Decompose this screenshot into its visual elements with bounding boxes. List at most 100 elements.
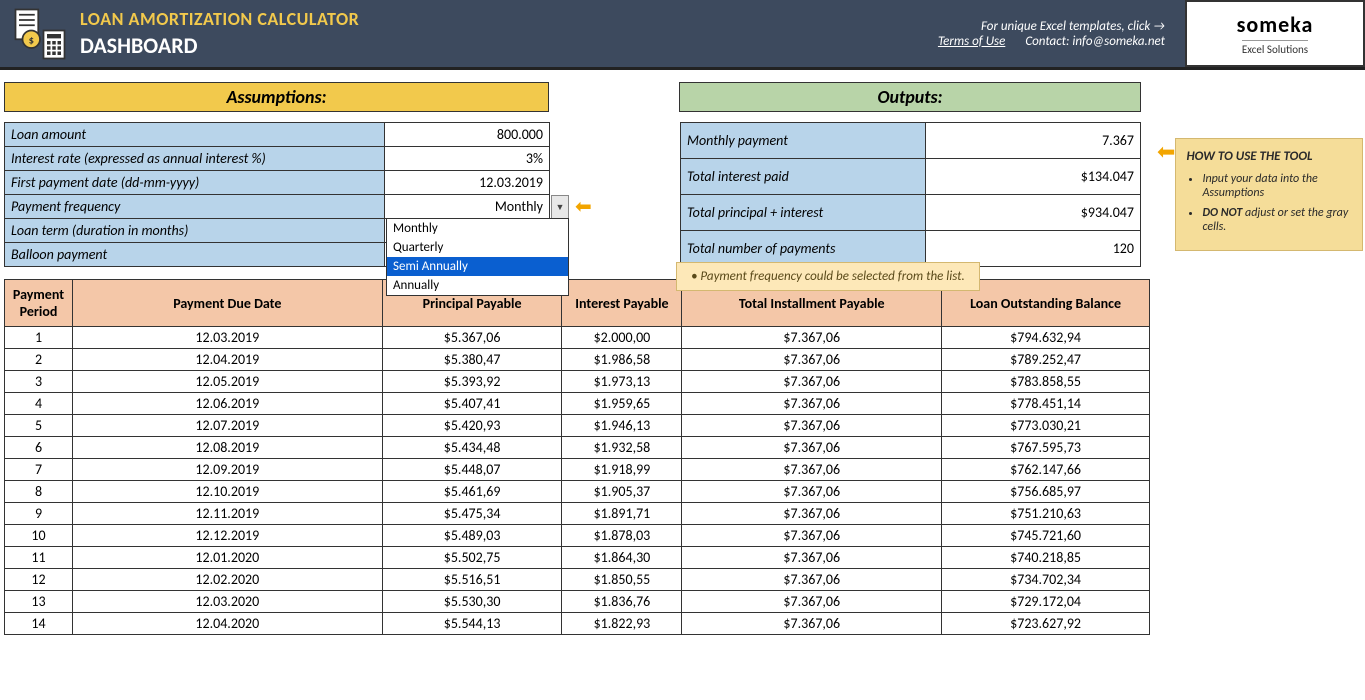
dropdown-option[interactable]: Semi Annually <box>387 257 568 276</box>
table-cell[interactable]: $1.946,13 <box>562 415 682 437</box>
table-cell[interactable]: 9 <box>5 503 73 525</box>
table-cell[interactable]: $734.702,34 <box>942 569 1150 591</box>
dropdown-option[interactable]: Annually <box>387 276 568 295</box>
table-cell[interactable]: 2 <box>5 349 73 371</box>
table-cell[interactable]: 12.03.2019 <box>72 327 382 349</box>
table-cell[interactable]: 12.01.2020 <box>72 547 382 569</box>
table-cell[interactable]: $7.367,06 <box>682 349 942 371</box>
table-cell[interactable]: 13 <box>5 591 73 613</box>
table-cell[interactable]: $5.489,03 <box>382 525 562 547</box>
dropdown-option[interactable]: Monthly <box>387 219 568 238</box>
table-cell[interactable]: $773.030,21 <box>942 415 1150 437</box>
table-cell[interactable]: 12.07.2019 <box>72 415 382 437</box>
assumption-input[interactable]: Monthly <box>385 195 550 219</box>
table-cell[interactable]: 11 <box>5 547 73 569</box>
table-cell[interactable]: 12.11.2019 <box>72 503 382 525</box>
table-cell[interactable]: 12.06.2019 <box>72 393 382 415</box>
table-cell[interactable]: $5.544,13 <box>382 613 562 635</box>
table-cell[interactable]: $5.448,07 <box>382 459 562 481</box>
table-cell[interactable]: $5.502,75 <box>382 547 562 569</box>
table-cell[interactable]: $756.685,97 <box>942 481 1150 503</box>
table-cell[interactable]: $1.850,55 <box>562 569 682 591</box>
table-cell[interactable]: $7.367,06 <box>682 459 942 481</box>
table-cell[interactable]: 4 <box>5 393 73 415</box>
table-cell[interactable]: 12 <box>5 569 73 591</box>
table-cell[interactable]: $7.367,06 <box>682 591 942 613</box>
table-cell[interactable]: 12.04.2020 <box>72 613 382 635</box>
table-cell[interactable]: $7.367,06 <box>682 525 942 547</box>
table-cell[interactable]: 8 <box>5 481 73 503</box>
table-cell[interactable]: 3 <box>5 371 73 393</box>
table-cell[interactable]: $2.000,00 <box>562 327 682 349</box>
table-cell[interactable]: $7.367,06 <box>682 393 942 415</box>
table-cell[interactable]: $1.822,93 <box>562 613 682 635</box>
table-cell[interactable]: $5.461,69 <box>382 481 562 503</box>
table-cell[interactable]: 12.09.2019 <box>72 459 382 481</box>
table-cell[interactable]: $1.918,99 <box>562 459 682 481</box>
table-cell[interactable]: $7.367,06 <box>682 371 942 393</box>
table-cell[interactable]: $5.393,92 <box>382 371 562 393</box>
terms-link[interactable]: Terms of Use <box>938 34 1005 49</box>
table-cell[interactable]: $7.367,06 <box>682 613 942 635</box>
table-cell[interactable]: $1.891,71 <box>562 503 682 525</box>
assumption-input[interactable]: 800.000 <box>385 123 550 147</box>
table-cell[interactable]: $5.380,47 <box>382 349 562 371</box>
table-cell[interactable]: $1.986,58 <box>562 349 682 371</box>
table-cell[interactable]: $1.864,30 <box>562 547 682 569</box>
frequency-dropdown-button[interactable]: ▼ <box>551 195 569 219</box>
table-cell[interactable]: $5.434,48 <box>382 437 562 459</box>
table-cell[interactable]: 7 <box>5 459 73 481</box>
table-cell[interactable]: $729.172,04 <box>942 591 1150 613</box>
table-cell[interactable]: 6 <box>5 437 73 459</box>
table-cell[interactable]: $5.420,93 <box>382 415 562 437</box>
table-cell[interactable]: $7.367,06 <box>682 327 942 349</box>
table-cell[interactable]: $740.218,85 <box>942 547 1150 569</box>
logo[interactable]: someka Excel Solutions <box>1185 0 1365 67</box>
table-cell[interactable]: $7.367,06 <box>682 481 942 503</box>
table-cell[interactable]: 12.03.2020 <box>72 591 382 613</box>
table-cell[interactable]: 12.05.2019 <box>72 371 382 393</box>
table-cell[interactable]: $745.721,60 <box>942 525 1150 547</box>
table-cell[interactable]: $1.878,03 <box>562 525 682 547</box>
dropdown-option[interactable]: Quarterly <box>387 238 568 257</box>
table-cell[interactable]: $783.858,55 <box>942 371 1150 393</box>
table-cell[interactable]: $1.973,13 <box>562 371 682 393</box>
table-cell[interactable]: $762.147,66 <box>942 459 1150 481</box>
table-cell[interactable]: $5.516,51 <box>382 569 562 591</box>
table-row: 312.05.2019$5.393,92$1.973,13$7.367,06$7… <box>5 371 1150 393</box>
table-cell[interactable]: $5.367,06 <box>382 327 562 349</box>
table-cell[interactable]: $1.836,76 <box>562 591 682 613</box>
table-cell[interactable]: $789.252,47 <box>942 349 1150 371</box>
frequency-dropdown-list[interactable]: MonthlyQuarterlySemi AnnuallyAnnually <box>386 218 569 296</box>
table-cell[interactable]: $7.367,06 <box>682 415 942 437</box>
table-cell[interactable]: $7.367,06 <box>682 437 942 459</box>
table-cell[interactable]: $1.932,58 <box>562 437 682 459</box>
table-cell[interactable]: $751.210,63 <box>942 503 1150 525</box>
table-cell[interactable]: $1.959,65 <box>562 393 682 415</box>
table-cell[interactable]: $5.407,41 <box>382 393 562 415</box>
table-cell[interactable]: 14 <box>5 613 73 635</box>
table-cell[interactable]: $794.632,94 <box>942 327 1150 349</box>
table-cell[interactable]: $5.530,30 <box>382 591 562 613</box>
table-cell[interactable]: $1.905,37 <box>562 481 682 503</box>
assumption-input[interactable]: 3% <box>385 147 550 171</box>
table-cell[interactable]: 1 <box>5 327 73 349</box>
table-cell[interactable]: $7.367,06 <box>682 547 942 569</box>
templates-link[interactable]: For unique Excel templates, click → <box>981 19 1165 34</box>
table-cell[interactable]: 12.02.2020 <box>72 569 382 591</box>
table-cell[interactable]: $7.367,06 <box>682 569 942 591</box>
table-cell[interactable]: 10 <box>5 525 73 547</box>
contact-text: Contact: info@someka.net <box>1025 34 1165 49</box>
assumptions-header: Assumptions: <box>4 82 549 112</box>
table-cell[interactable]: 12.12.2019 <box>72 525 382 547</box>
assumption-input[interactable]: 12.03.2019 <box>385 171 550 195</box>
table-cell[interactable]: 12.10.2019 <box>72 481 382 503</box>
table-cell[interactable]: $7.367,06 <box>682 503 942 525</box>
table-cell[interactable]: $5.475,34 <box>382 503 562 525</box>
table-cell[interactable]: $723.627,92 <box>942 613 1150 635</box>
table-cell[interactable]: $778.451,14 <box>942 393 1150 415</box>
table-cell[interactable]: $767.595,73 <box>942 437 1150 459</box>
table-cell[interactable]: 12.04.2019 <box>72 349 382 371</box>
table-cell[interactable]: 12.08.2019 <box>72 437 382 459</box>
table-cell[interactable]: 5 <box>5 415 73 437</box>
